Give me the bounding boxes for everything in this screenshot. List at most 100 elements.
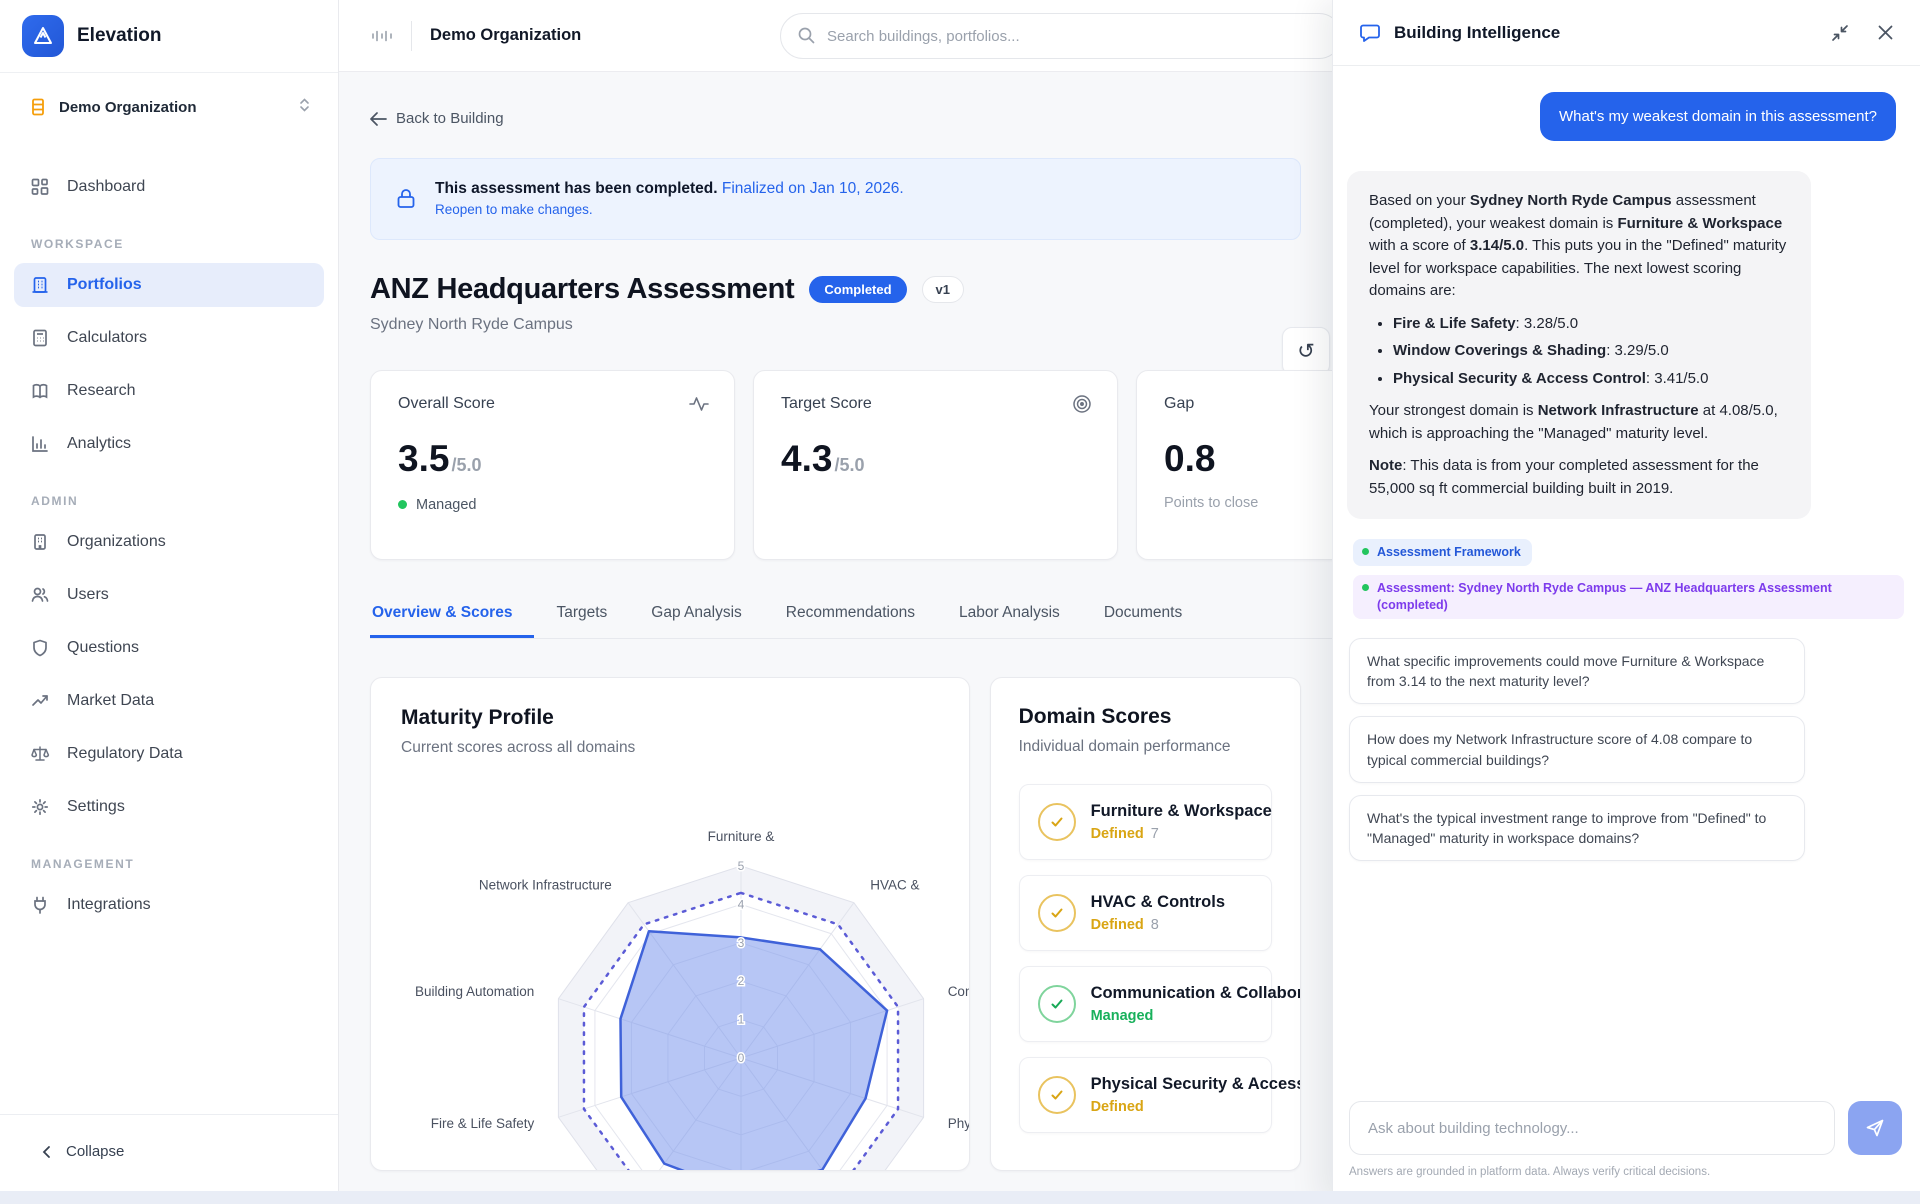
source-dot [1362, 584, 1369, 591]
section-label-workspace: WORKSPACE [31, 237, 324, 251]
domain-scores-subtitle: Individual domain performance [1019, 738, 1272, 756]
chat-input[interactable] [1349, 1101, 1835, 1155]
sidebar-item-portfolios[interactable]: Portfolios [14, 263, 324, 307]
tab-recommendations[interactable]: Recommendations [764, 604, 937, 638]
suggestion-button[interactable]: What's the typical investment range to i… [1349, 795, 1805, 862]
sidebar-nav: Dashboard WORKSPACE Portfolios Calculato… [0, 165, 338, 927]
domain-score-row[interactable]: HVAC & Controls Defined8 [1019, 875, 1272, 951]
overall-score-value: 3.5 [398, 438, 449, 480]
status-badge: Completed [809, 276, 906, 303]
check-circle-icon [1038, 985, 1076, 1023]
tab-targets[interactable]: Targets [534, 604, 629, 638]
suggestion-button[interactable]: How does my Network Infrastructure score… [1349, 716, 1805, 783]
topbar-org-name: Demo Organization [430, 26, 581, 45]
domain-maturity: Defined [1091, 917, 1144, 933]
page-content: Back to Building This assessment has bee… [339, 72, 1332, 1171]
sidebar-item-label: Research [67, 382, 135, 400]
sidebar-item-label: Market Data [67, 692, 154, 710]
check-circle-icon [1038, 803, 1076, 841]
suggestion-button[interactable]: What specific improvements could move Fu… [1349, 638, 1805, 705]
gap-card: Gap 0.8 Points to close [1136, 370, 1332, 560]
sidebar-item-questions[interactable]: Questions [14, 626, 324, 670]
check-circle-icon [1038, 894, 1076, 932]
collapse-label: Collapse [66, 1143, 124, 1160]
sidebar-item-dashboard[interactable]: Dashboard [14, 165, 324, 209]
reopen-link[interactable]: Reopen to make changes. [435, 202, 904, 217]
maturity-profile-card: Maturity Profile Current scores across a… [370, 677, 970, 1171]
building-icon [30, 275, 50, 295]
domain-label: Communication & Collaboration [1091, 984, 1301, 1003]
main-area: Demo Organization Back to Building This … [339, 0, 1332, 1204]
version-badge[interactable]: v1 [922, 276, 964, 303]
org-switcher-label: Demo Organization [59, 99, 197, 116]
refresh-button[interactable]: ↺ [1282, 327, 1330, 375]
search-icon [797, 26, 816, 45]
sidebar-item-users[interactable]: Users [14, 573, 324, 617]
domain-score-list: Furniture & Workspace Defined 7 HVAC & Co… [1019, 784, 1272, 1133]
sidebar-item-label: Integrations [67, 896, 151, 914]
tab-documents[interactable]: Documents [1082, 604, 1204, 638]
target-score-value: 4.3 [781, 438, 832, 480]
section-label-management: MANAGEMENT [31, 857, 324, 871]
chat-bubble-icon [1359, 22, 1381, 44]
organization-building-icon [30, 532, 50, 552]
lock-icon [394, 187, 418, 211]
send-button[interactable] [1848, 1101, 1902, 1155]
maturity-radar-chart: 012345Furniture &HVAC &Communication &Ph… [371, 798, 970, 1171]
source-chip-framework[interactable]: Assessment Framework [1353, 539, 1532, 566]
target-score-card: Target Score 4.3/5.0 [753, 370, 1118, 560]
audio-lines-icon [371, 27, 393, 45]
domain-scores-title: Domain Scores [1019, 705, 1272, 729]
domain-score-row[interactable]: Furniture & Workspace Defined 7 [1019, 784, 1272, 860]
svg-text:Fire & Life Safety: Fire & Life Safety [431, 1115, 535, 1130]
close-icon [1877, 24, 1894, 41]
source-chip-assessment[interactable]: Assessment: Sydney North Ryde Campus — A… [1353, 575, 1904, 619]
score-max: /5.0 [834, 455, 864, 476]
org-book-icon [28, 97, 48, 117]
elevation-logo-icon [22, 15, 64, 57]
suggested-questions: What specific improvements could move Fu… [1349, 638, 1904, 862]
bar-chart-icon [30, 434, 50, 454]
sidebar-item-regulatory-data[interactable]: Regulatory Data [14, 732, 324, 776]
page-subtitle: Sydney North Ryde Campus [370, 316, 1301, 334]
banner-finalized-text: Finalized on Jan 10, 2026. [722, 180, 904, 197]
domain-score-row[interactable]: Physical Security & Access Control Defin… [1019, 1057, 1272, 1133]
sidebar-item-integrations[interactable]: Integrations [14, 883, 324, 927]
domain-label: Furniture & Workspace [1091, 802, 1272, 821]
domain-maturity: Defined [1091, 826, 1144, 842]
tab-labor-analysis[interactable]: Labor Analysis [937, 604, 1082, 638]
domain-detail: 7 [1151, 826, 1159, 842]
svg-text:2: 2 [738, 974, 745, 988]
rotate-ccw-icon: ↺ [1297, 339, 1315, 364]
tab-overview-scores[interactable]: Overview & Scores [370, 604, 534, 638]
calculator-icon [30, 328, 50, 348]
svg-text:Building Automation: Building Automation [415, 984, 534, 999]
chat-disclaimer: Answers are grounded in platform data. A… [1349, 1166, 1902, 1178]
tab-gap-analysis[interactable]: Gap Analysis [629, 604, 763, 638]
target-icon [1071, 393, 1093, 420]
sidebar-item-calculators[interactable]: Calculators [14, 316, 324, 360]
sidebar-item-label: Analytics [67, 435, 131, 453]
domain-score-row[interactable]: Communication & Collaboration Managed [1019, 966, 1272, 1042]
brand-name: Elevation [77, 25, 161, 47]
building-intelligence-panel: Building Intelligence What's my weakest … [1332, 0, 1920, 1204]
sidebar-item-analytics[interactable]: Analytics [14, 422, 324, 466]
sidebar-item-organizations[interactable]: Organizations [14, 520, 324, 564]
svg-text:Network Infrastructure: Network Infrastructure [479, 877, 612, 892]
svg-text:Furniture &: Furniture & [708, 828, 775, 843]
completed-banner: This assessment has been completed. Fina… [370, 158, 1301, 240]
close-panel-button[interactable] [1877, 24, 1894, 41]
chat-panel-title: Building Intelligence [1394, 23, 1560, 43]
user-message: What's my weakest domain in this assessm… [1540, 92, 1896, 141]
back-to-building-link[interactable]: Back to Building [370, 110, 504, 127]
minimize-panel-button[interactable] [1831, 24, 1849, 42]
plug-icon [30, 895, 50, 915]
book-open-icon [30, 381, 50, 401]
sidebar-item-market-data[interactable]: Market Data [14, 679, 324, 723]
search-input[interactable] [780, 13, 1332, 59]
svg-text:HVAC &: HVAC & [870, 877, 919, 892]
gap-caption: Points to close [1164, 495, 1332, 511]
sidebar-item-research[interactable]: Research [14, 369, 324, 413]
sidebar-item-settings[interactable]: Settings [14, 785, 324, 829]
org-switcher[interactable]: Demo Organization [16, 89, 322, 125]
